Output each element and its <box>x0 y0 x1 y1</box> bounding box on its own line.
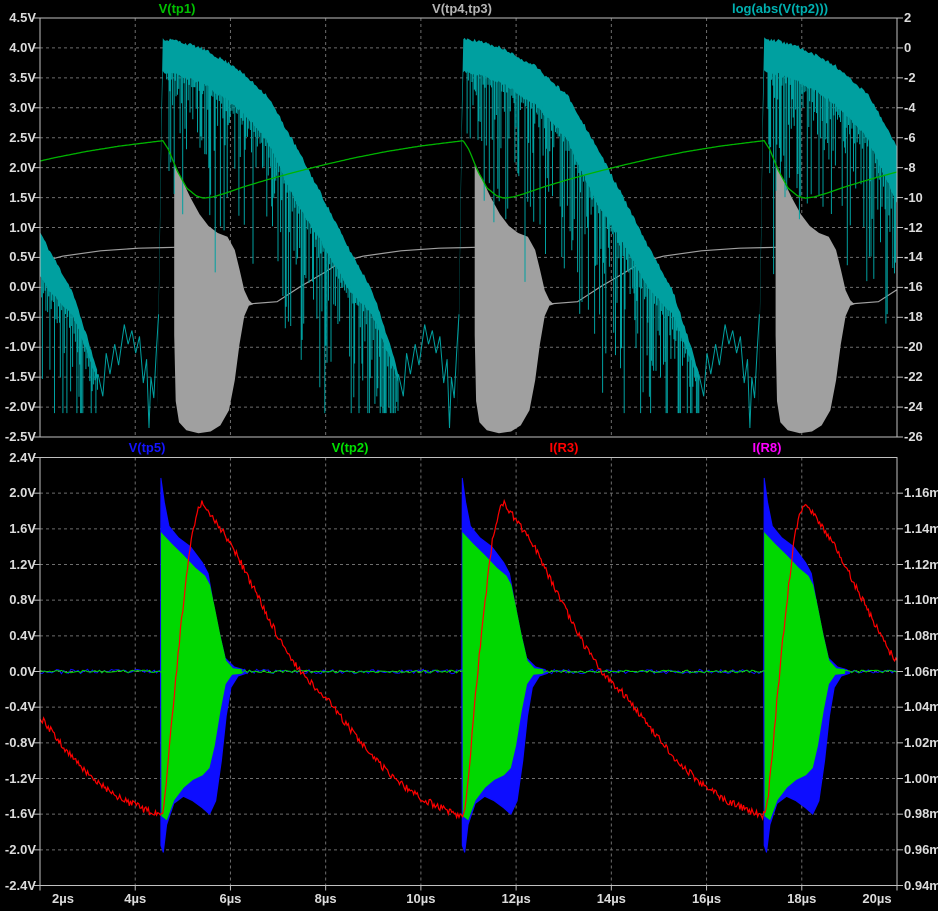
bottom-right-axis-tick[interactable]: 1.02mA <box>904 736 938 750</box>
top-right-axis-tick[interactable]: -10 <box>904 191 923 205</box>
top-left-axis-tick[interactable]: -2.0V <box>5 400 36 414</box>
trace-label-ir8[interactable]: I(R8) <box>753 441 782 455</box>
x-axis-tick[interactable]: 10µs <box>406 892 435 906</box>
bottom-right-axis-tick[interactable]: 0.94mA <box>904 879 938 893</box>
bottom-right-axis-tick[interactable]: 1.16mA <box>904 486 938 500</box>
x-axis-tick[interactable]: 6µs <box>219 892 241 906</box>
top-left-axis-tick[interactable]: 2.0V <box>9 161 36 175</box>
bottom-left-axis-tick[interactable]: 1.2V <box>9 558 36 572</box>
bottom-left-axis-tick[interactable]: -2.0V <box>5 843 36 857</box>
top-right-axis-tick[interactable]: -18 <box>904 310 923 324</box>
x-axis-tick[interactable]: 14µs <box>597 892 626 906</box>
bottom-right-axis-tick[interactable]: 1.06mA <box>904 665 938 679</box>
top-left-axis-tick[interactable]: 0.5V <box>9 250 36 264</box>
top-right-axis-tick[interactable]: -8 <box>904 161 916 175</box>
bottom-left-axis-tick[interactable]: -0.4V <box>5 700 36 714</box>
top-right-axis-tick[interactable]: -22 <box>904 370 923 384</box>
x-axis-tick[interactable]: 18µs <box>787 892 816 906</box>
x-axis-tick[interactable]: 20µs <box>862 892 891 906</box>
top-left-axis-tick[interactable]: 0.0V <box>9 280 36 294</box>
bottom-right-axis-tick[interactable]: 0.96mA <box>904 843 938 857</box>
trace-label-ir3[interactable]: I(R3) <box>550 441 579 455</box>
trace-vtp4tp3-baseline[interactable] <box>848 290 898 305</box>
bottom-right-axis-tick[interactable]: 1.14mA <box>904 522 938 536</box>
top-right-axis-tick[interactable]: -14 <box>904 250 923 264</box>
bottom-right-axis-tick[interactable]: 1.04mA <box>904 700 938 714</box>
bottom-right-axis-tick[interactable]: 1.08mA <box>904 629 938 643</box>
bottom-right-axis-tick[interactable]: 1.12mA <box>904 558 938 572</box>
x-axis-tick[interactable]: 16µs <box>692 892 721 906</box>
trace-label-vtp2[interactable]: V(tp2) <box>332 441 369 455</box>
top-left-axis-tick[interactable]: -1.5V <box>5 370 36 384</box>
top-right-axis-tick[interactable]: -12 <box>904 221 923 235</box>
top-left-axis-tick[interactable]: 4.0V <box>9 41 36 55</box>
top-left-axis-tick[interactable]: -1.0V <box>5 340 36 354</box>
top-right-axis-tick[interactable]: -16 <box>904 280 923 294</box>
bottom-left-axis-tick[interactable]: 0.4V <box>9 629 36 643</box>
bottom-left-axis-tick[interactable]: 0.8V <box>9 593 36 607</box>
top-left-axis-tick[interactable]: 1.0V <box>9 221 36 235</box>
top-right-axis-tick[interactable]: -2 <box>904 71 916 85</box>
bottom-right-axis-tick[interactable]: 1.10mA <box>904 593 938 607</box>
top-left-axis-tick[interactable]: -2.5V <box>5 430 36 444</box>
bottom-left-axis-tick[interactable]: 2.4V <box>9 451 36 465</box>
top-pane[interactable] <box>40 37 897 433</box>
trace-label-vtp4tp3[interactable]: V(tp4,tp3) <box>432 2 492 16</box>
bottom-right-axis-tick[interactable]: 1.00mA <box>904 772 938 786</box>
trace-label-vtp5[interactable]: V(tp5) <box>129 441 166 455</box>
top-right-axis-tick[interactable]: 0 <box>904 41 911 55</box>
trace-vtp4tp3-burst[interactable] <box>475 165 553 433</box>
trace-vtp4tp3-burst[interactable] <box>175 165 253 433</box>
trace-log-tail[interactable] <box>98 314 159 428</box>
plot-svg[interactable] <box>0 0 938 911</box>
top-left-axis-tick[interactable]: 3.5V <box>9 71 36 85</box>
x-axis-tick[interactable]: 8µs <box>315 892 337 906</box>
bottom-pane[interactable] <box>40 478 897 853</box>
bottom-left-axis-tick[interactable]: -0.8V <box>5 736 36 750</box>
bottom-right-axis-tick[interactable]: 0.98mA <box>904 807 938 821</box>
trace-vtp4tp3-baseline[interactable] <box>40 247 175 262</box>
x-axis-tick[interactable]: 4µs <box>124 892 146 906</box>
top-left-axis-tick[interactable]: 4.5V <box>9 11 36 25</box>
top-left-axis-tick[interactable]: 2.5V <box>9 131 36 145</box>
x-axis-tick[interactable]: 2µs <box>52 892 74 906</box>
top-left-axis-tick[interactable]: -0.5V <box>5 310 36 324</box>
bottom-left-axis-tick[interactable]: -1.6V <box>5 807 36 821</box>
top-right-axis-tick[interactable]: -4 <box>904 101 916 115</box>
trace-label-vtp1[interactable]: V(tp1) <box>159 2 196 16</box>
bottom-left-axis-tick[interactable]: 2.0V <box>9 486 36 500</box>
bottom-left-axis-tick[interactable]: 1.6V <box>9 522 36 536</box>
top-right-axis-tick[interactable]: -6 <box>904 131 916 145</box>
top-left-axis-tick[interactable]: 1.5V <box>9 191 36 205</box>
trace-label-logabsvtp2[interactable]: log(abs(V(tp2))) <box>732 2 828 16</box>
top-right-axis-tick[interactable]: -24 <box>904 400 923 414</box>
bottom-left-axis-tick[interactable]: -2.4V <box>5 879 36 893</box>
top-right-axis-tick[interactable]: -20 <box>904 340 923 354</box>
top-left-axis-tick[interactable]: 3.0V <box>9 101 36 115</box>
x-axis-tick[interactable]: 12µs <box>502 892 531 906</box>
waveform-viewer[interactable]: V(tp1) V(tp4,tp3) log(abs(V(tp2))) V(tp5) V… <box>0 0 938 911</box>
top-right-axis-tick[interactable]: -26 <box>904 430 923 444</box>
bottom-left-axis-tick[interactable]: 0.0V <box>9 665 36 679</box>
top-right-axis-tick[interactable]: 2 <box>904 11 911 25</box>
bottom-left-axis-tick[interactable]: -1.2V <box>5 772 36 786</box>
trace-log-tail[interactable] <box>699 314 760 428</box>
trace-log-tail[interactable] <box>399 314 460 428</box>
